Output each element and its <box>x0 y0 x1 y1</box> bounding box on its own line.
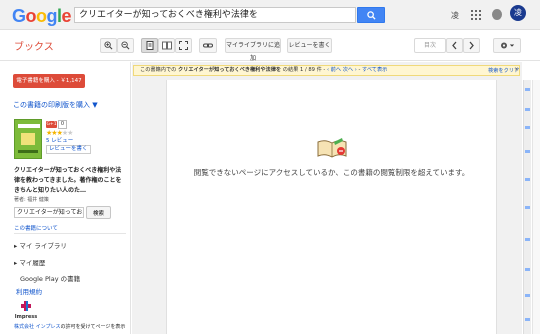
publisher-note-text: の許可を受けてページを表示 <box>60 324 126 330</box>
single-page-icon <box>146 41 153 50</box>
add-to-library-button[interactable]: マイライブラリに追加 <box>225 38 281 62</box>
buy-ebook-button[interactable]: 電子書籍を購入 - ￥1,147 <box>13 74 85 88</box>
about-this-book-link[interactable]: この書籍について <box>14 224 58 232</box>
search-icon <box>366 10 376 20</box>
page-thumbnail-strip[interactable] <box>523 80 531 334</box>
search-button[interactable] <box>357 7 385 23</box>
sidebar-item-label: マイ ライブラリ <box>19 242 67 250</box>
zoom-out-button[interactable] <box>117 38 134 53</box>
sidebar-item-my-history[interactable]: ▸ マイ履歴 <box>14 257 45 267</box>
publisher-logo[interactable]: Impress <box>14 300 38 320</box>
search-input[interactable]: クリエイターが知っておくべき権利や法律を <box>74 7 356 23</box>
next-result-link[interactable]: 次へ › <box>343 67 357 73</box>
single-page-view-button[interactable] <box>141 38 158 53</box>
books-brand-title[interactable]: ブックス <box>14 38 54 53</box>
sidebar-item-my-library[interactable]: ▸ マイ ライブラリ <box>14 240 67 250</box>
logo-letter: o <box>25 6 37 26</box>
buy-print-edition-link[interactable]: この書籍の印刷版を購入 ▼ <box>13 100 98 110</box>
book-author: 著者: 福井 健策 <box>14 197 49 203</box>
zoom-in-button[interactable] <box>100 38 117 53</box>
star-rating: ★★★★★ <box>46 129 73 137</box>
publisher-logo-text: Impress <box>15 314 37 320</box>
zoom-out-icon <box>121 41 130 50</box>
chevron-right-icon <box>469 41 474 50</box>
logo-letter: G <box>12 6 26 26</box>
user-name-initial[interactable]: 凌 <box>451 10 459 21</box>
vertical-scrollbar[interactable] <box>532 80 540 334</box>
settings-button[interactable] <box>493 38 521 53</box>
publisher-link[interactable]: 株式会社 インプレス <box>14 324 60 330</box>
infobar-query: クリエイターが知っておくべき権利や法律を <box>177 67 282 73</box>
prev-page-button[interactable] <box>446 38 463 53</box>
two-page-view-button[interactable] <box>158 38 175 53</box>
write-review-button[interactable]: レビューを書く <box>287 38 332 53</box>
chevron-left-icon <box>452 41 457 50</box>
sidebar-item-google-play-books[interactable]: Google Play の書籍 <box>20 273 80 283</box>
show-all-results-link[interactable]: すべて表示 <box>362 67 387 73</box>
reviews-count-link[interactable]: 5 レビュー <box>46 138 73 145</box>
two-page-icon <box>161 41 172 50</box>
page-nav-select[interactable]: 目次 <box>414 38 446 53</box>
google-logo[interactable]: Google <box>12 6 72 27</box>
search-in-book-button[interactable]: 検索 <box>86 206 111 219</box>
next-page-button[interactable] <box>463 38 480 53</box>
search-results-infobar: この書籍内での クリエイターが知っておくべき権利や法律を の結果 1 / 89 … <box>133 65 520 76</box>
google-plus-one-button[interactable]: G+1 <box>46 121 57 128</box>
notifications-icon[interactable] <box>492 9 502 20</box>
search-in-book-input[interactable]: クリエイターが知ってお… <box>14 207 84 218</box>
logo-letter: e <box>61 6 72 26</box>
close-icon[interactable]: × <box>514 66 519 73</box>
logo-letter: o <box>36 6 47 26</box>
link-icon <box>203 43 213 48</box>
plus-one-count: 0 <box>58 120 67 129</box>
infobar-result: の結果 1 / 89 件 <box>282 67 322 73</box>
star-icon: ★ <box>67 129 73 137</box>
terms-link[interactable]: 利用規約 <box>16 286 42 296</box>
apps-grid-icon[interactable] <box>471 10 481 20</box>
write-review-link[interactable]: レビューを書く <box>46 145 91 154</box>
fullscreen-button[interactable] <box>175 38 192 53</box>
publisher-permission-note: 株式会社 インプレスの許可を受けてページを表示 <box>14 323 125 330</box>
link-button[interactable] <box>199 38 217 53</box>
account-avatar[interactable]: 凌 <box>510 5 526 21</box>
restricted-page-message: 閲覧できないページにアクセスしているか、この書籍の閲覧制限を超えています。 <box>193 168 470 177</box>
open-book-icon <box>317 138 347 158</box>
sidebar-item-label: マイ履歴 <box>19 259 46 267</box>
logo-letter: g <box>46 6 58 26</box>
fullscreen-icon <box>179 41 188 50</box>
infobar-prefix: この書籍内での <box>140 67 177 73</box>
sidebar-divider <box>14 233 126 234</box>
book-page <box>166 80 497 334</box>
book-cover-image[interactable] <box>14 119 42 159</box>
gear-icon <box>501 42 515 49</box>
book-title: クリエイターが知っておくべき権利や法律を教わってきました。著作権のことをきちんと… <box>14 167 122 194</box>
zoom-in-icon <box>104 41 113 50</box>
prev-result-link[interactable]: ‹ 前へ <box>327 67 341 73</box>
